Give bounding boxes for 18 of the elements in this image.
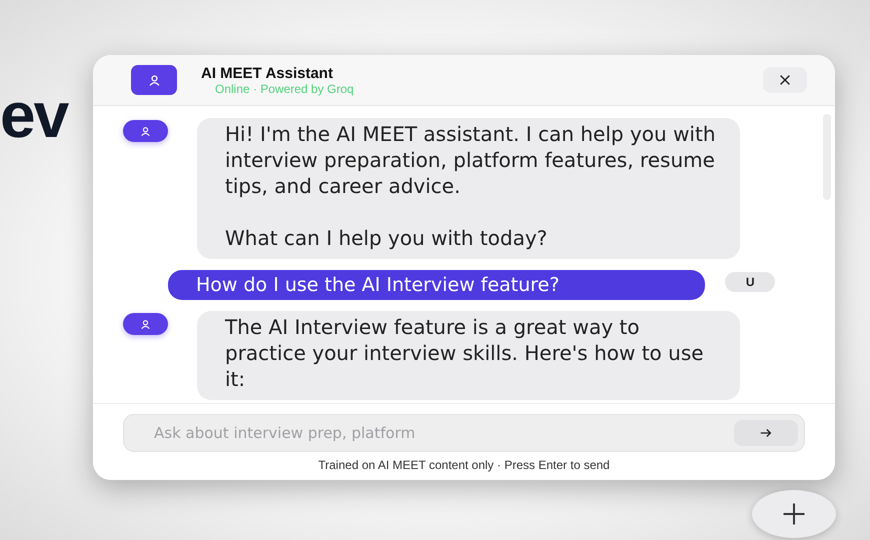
message-field[interactable]: Ask about interview prep, platform	[123, 414, 805, 452]
user-icon	[140, 126, 151, 136]
page-heading: ev	[0, 78, 68, 152]
status-text: Online · Powered by Groq	[215, 82, 355, 96]
chat-title: AI MEET Assistant	[201, 64, 334, 82]
assistant-message: The AI Interview feature is a great way to practice your interview skills. Here's how to use it:	[197, 311, 740, 400]
user-icon	[140, 318, 151, 330]
assistant-message: Hi! I'm the AI MEET assistant. I can help you with interview preparation, platform features, resume tips, and career advice. What can I help you with today?	[197, 118, 740, 259]
arrow-icon	[758, 426, 774, 440]
plus-icon	[782, 502, 806, 526]
input-field[interactable]: Ask about interview prep, platform	[152, 423, 734, 443]
user-icon	[148, 74, 160, 86]
user-avatar: U	[725, 272, 775, 292]
user-message: How do I use the AI Interview feature?	[168, 270, 706, 300]
footnote-text: Trained on AI MEET content only · Press Enter to send	[318, 458, 610, 472]
add-button[interactable]	[752, 490, 836, 538]
close-button[interactable]	[763, 67, 807, 93]
send-button[interactable]	[734, 420, 798, 446]
